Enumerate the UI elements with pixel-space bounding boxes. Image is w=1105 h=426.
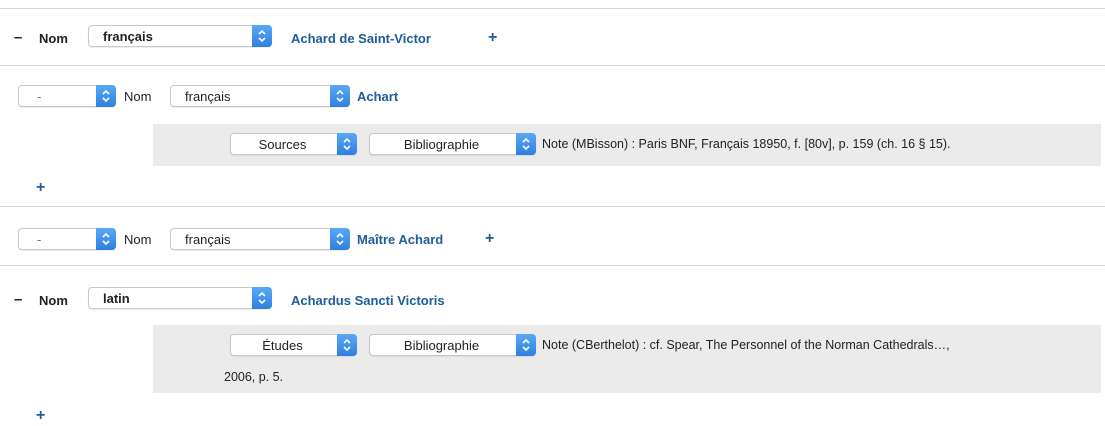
source-kind-value: Bibliographie [403,338,480,353]
type-select-value: - [37,232,42,247]
source-note: Note (MBisson) : Paris BNF, Français 189… [542,137,951,151]
add-icon[interactable]: + [36,408,45,424]
row-divider [0,265,1105,266]
chevron-updown-icon [96,85,116,107]
add-icon[interactable]: + [485,231,494,247]
language-select-value: français [103,29,153,44]
collapse-icon[interactable]: – [14,292,22,308]
row-divider [0,65,1105,66]
chevron-updown-icon [516,334,536,356]
chevron-updown-icon [337,133,357,155]
source-category-select[interactable]: Études [230,334,357,356]
name-link[interactable]: Achart [357,89,398,104]
chevron-updown-icon [330,85,350,107]
source-kind-select[interactable]: Bibliographie [369,133,536,155]
source-note-continued: 2006, p. 5. [224,370,284,384]
nom-label: Nom [124,89,152,104]
chevron-updown-icon [96,228,116,250]
language-select[interactable]: français [170,228,350,250]
collapse-icon[interactable]: – [14,30,22,46]
language-select[interactable]: latin [88,287,272,309]
type-select[interactable]: - [18,228,116,250]
nom-label: Nom [39,293,68,308]
row-divider [0,206,1105,207]
chevron-updown-icon [252,287,272,309]
add-icon[interactable]: + [36,180,45,196]
source-category-value: Sources [258,137,307,152]
source-kind-select[interactable]: Bibliographie [369,334,536,356]
nom-label: Nom [39,31,68,46]
name-link[interactable]: Maître Achard [357,232,443,247]
chevron-updown-icon [516,133,536,155]
chevron-updown-icon [337,334,357,356]
chevron-updown-icon [330,228,350,250]
language-select-value: français [185,232,231,247]
row-divider [0,8,1105,9]
name-link[interactable]: Achard de Saint-Victor [291,31,431,46]
source-note: Note (CBerthelot) : cf. Spear, The Perso… [542,338,950,352]
type-select[interactable]: - [18,85,116,107]
source-category-value: Études [262,338,303,353]
source-kind-value: Bibliographie [403,137,480,152]
language-select[interactable]: français [88,25,272,47]
chevron-updown-icon [252,25,272,47]
type-select-value: - [37,89,42,104]
add-icon[interactable]: + [488,30,497,46]
source-category-select[interactable]: Sources [230,133,357,155]
language-select[interactable]: français [170,85,350,107]
language-select-value: latin [103,291,130,306]
name-link[interactable]: Achardus Sancti Victoris [291,293,445,308]
nom-label: Nom [124,232,152,247]
language-select-value: français [185,89,231,104]
